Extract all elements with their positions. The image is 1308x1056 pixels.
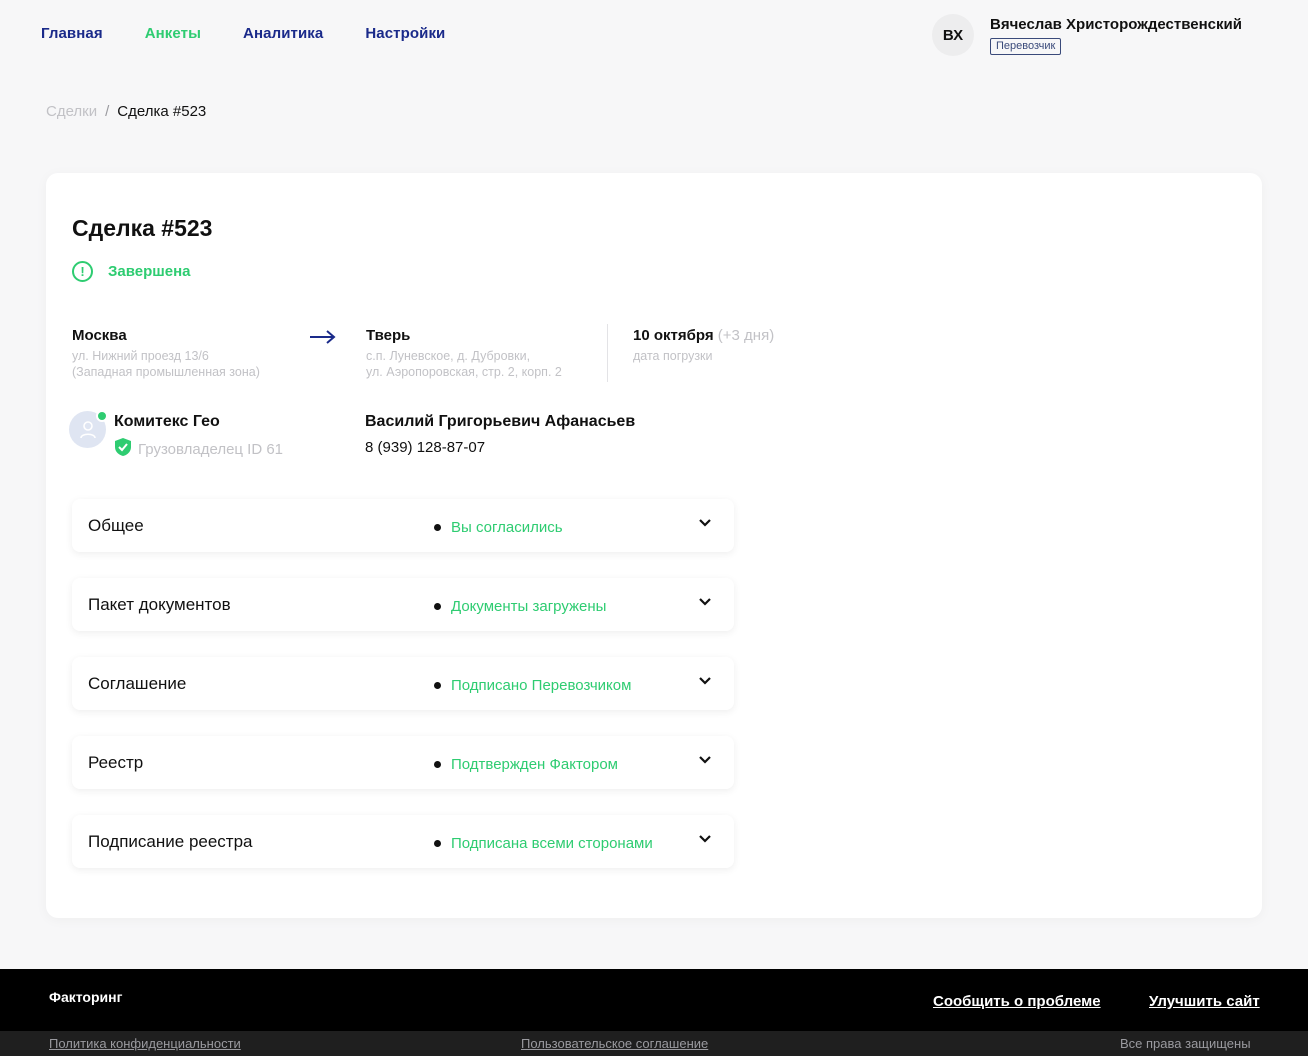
section-status-text: Вы согласились (451, 519, 563, 536)
deal-status: ! Завершена (72, 261, 191, 282)
breadcrumb: Сделки / Сделка #523 (46, 103, 206, 120)
section-title: Соглашение (88, 674, 187, 693)
section-agreement[interactable]: Соглашение Подписано Перевозчиком (72, 657, 734, 710)
loading-date-value: 10 октября (633, 327, 714, 344)
shield-check-icon (114, 437, 132, 462)
chevron-down-icon[interactable] (698, 516, 712, 530)
section-status-text: Подписана всеми сторонами (451, 835, 653, 852)
user-role-badge: Перевозчик (990, 38, 1062, 55)
company-block: Комитекс Гео Грузовладелец ID 61 (69, 410, 283, 462)
section-status: Вы согласились (434, 519, 563, 536)
section-registry[interactable]: Реестр Подтвержден Фактором (72, 736, 734, 789)
user-info: Вячеслав Христорождественский Перевозчик (990, 16, 1242, 55)
company-name: Комитекс Гео (114, 413, 220, 430)
nav-item-analytics[interactable]: Аналитика (243, 25, 323, 42)
online-indicator (96, 410, 108, 422)
deal-card: Сделка #523 ! Завершена Москва ул. Нижни… (46, 173, 1262, 918)
section-documents[interactable]: Пакет документов Документы загружены (72, 578, 734, 631)
route-divider (607, 324, 608, 382)
destination-address-line2: ул. Аэропоровская, стр. 2, корп. 2 (366, 365, 562, 379)
section-general[interactable]: Общее Вы согласились (72, 499, 734, 552)
report-problem-link[interactable]: Сообщить о проблеме (933, 993, 1101, 1010)
route-origin: Москва ул. Нижний проезд 13/6 (Западная … (72, 327, 260, 380)
destination-city: Тверь (366, 327, 411, 344)
chevron-down-icon[interactable] (698, 595, 712, 609)
chevron-down-icon[interactable] (698, 674, 712, 688)
header: Главная Анкеты Аналитика Настройки ВХ Вя… (0, 0, 1308, 72)
chevron-down-icon[interactable] (698, 832, 712, 846)
section-title: Реестр (88, 753, 144, 772)
status-text: Завершена (108, 263, 191, 280)
loading-date: 10 октября (+3 дня) дата погрузки (633, 327, 774, 364)
section-title: Общее (88, 516, 144, 535)
exclamation-circle-icon: ! (72, 261, 93, 282)
chevron-down-icon[interactable] (698, 753, 712, 767)
footer: Факторинг Сообщить о проблеме Улучшить с… (0, 969, 1308, 1031)
nav-item-forms[interactable]: Анкеты (145, 25, 201, 42)
section-status-text: Подписано Перевозчиком (451, 677, 632, 694)
section-title: Пакет документов (88, 595, 231, 614)
loading-date-label: дата погрузки (633, 349, 713, 363)
section-registry-signing[interactable]: Подписание реестра Подписана всеми сторо… (72, 815, 734, 868)
user-avatar[interactable]: ВХ (932, 14, 974, 56)
origin-address-line2: (Западная промышленная зона) (72, 365, 260, 379)
route-destination: Тверь с.п. Луневское, д. Дубровки, ул. А… (366, 327, 562, 380)
footer-bottom: Политика конфиденциальности Пользователь… (0, 1031, 1308, 1056)
user-agreement-link[interactable]: Пользовательское соглашение (521, 1036, 708, 1051)
breadcrumb-deals-link[interactable]: Сделки (46, 103, 97, 120)
breadcrumb-separator: / (105, 103, 110, 120)
section-status-text: Документы загружены (451, 598, 607, 615)
destination-address-line1: с.п. Луневское, д. Дубровки, (366, 349, 531, 363)
nav-item-settings[interactable]: Настройки (365, 25, 445, 42)
main-nav: Главная Анкеты Аналитика Настройки (41, 25, 487, 42)
loading-date-extra: (+3 дня) (717, 327, 775, 344)
section-status: Подписана всеми сторонами (434, 835, 653, 852)
section-status: Подтвержден Фактором (434, 756, 618, 773)
user-icon (69, 410, 108, 448)
section-title: Подписание реестра (88, 832, 253, 851)
improve-site-link[interactable]: Улучшить сайт (1149, 993, 1260, 1010)
breadcrumb-current: Сделка #523 (117, 103, 207, 120)
section-status: Подписано Перевозчиком (434, 677, 631, 694)
company-role: Грузовладелец ID 61 (138, 441, 284, 458)
user-name: Вячеслав Христорождественский (990, 16, 1242, 33)
origin-city: Москва (72, 327, 127, 344)
user-profile[interactable]: ВХ Вячеслав Христорождественский Перевоз… (932, 14, 1242, 56)
deal-sections: Общее Вы согласились Пакет документов До… (72, 499, 734, 894)
status-dot (434, 603, 441, 610)
status-dot (434, 524, 441, 531)
copyright-text: Все права защищены (1120, 1036, 1251, 1051)
footer-brand: Факторинг (49, 989, 123, 1005)
section-status: Документы загружены (434, 598, 606, 615)
section-status-text: Подтвержден Фактором (451, 756, 618, 773)
status-dot (434, 840, 441, 847)
status-dot (434, 761, 441, 768)
origin-address-line1: ул. Нижний проезд 13/6 (72, 349, 209, 363)
nav-item-home[interactable]: Главная (41, 25, 103, 42)
contact-block: Василий Григорьевич Афанасьев 8 (939) 12… (365, 413, 635, 456)
arrow-right-icon (310, 323, 336, 349)
status-dot (434, 682, 441, 689)
contact-name: Василий Григорьевич Афанасьев (365, 413, 636, 430)
contact-phone[interactable]: 8 (939) 128-87-07 (365, 439, 635, 456)
page-title: Сделка #523 (72, 215, 213, 241)
privacy-policy-link[interactable]: Политика конфиденциальности (49, 1036, 241, 1051)
